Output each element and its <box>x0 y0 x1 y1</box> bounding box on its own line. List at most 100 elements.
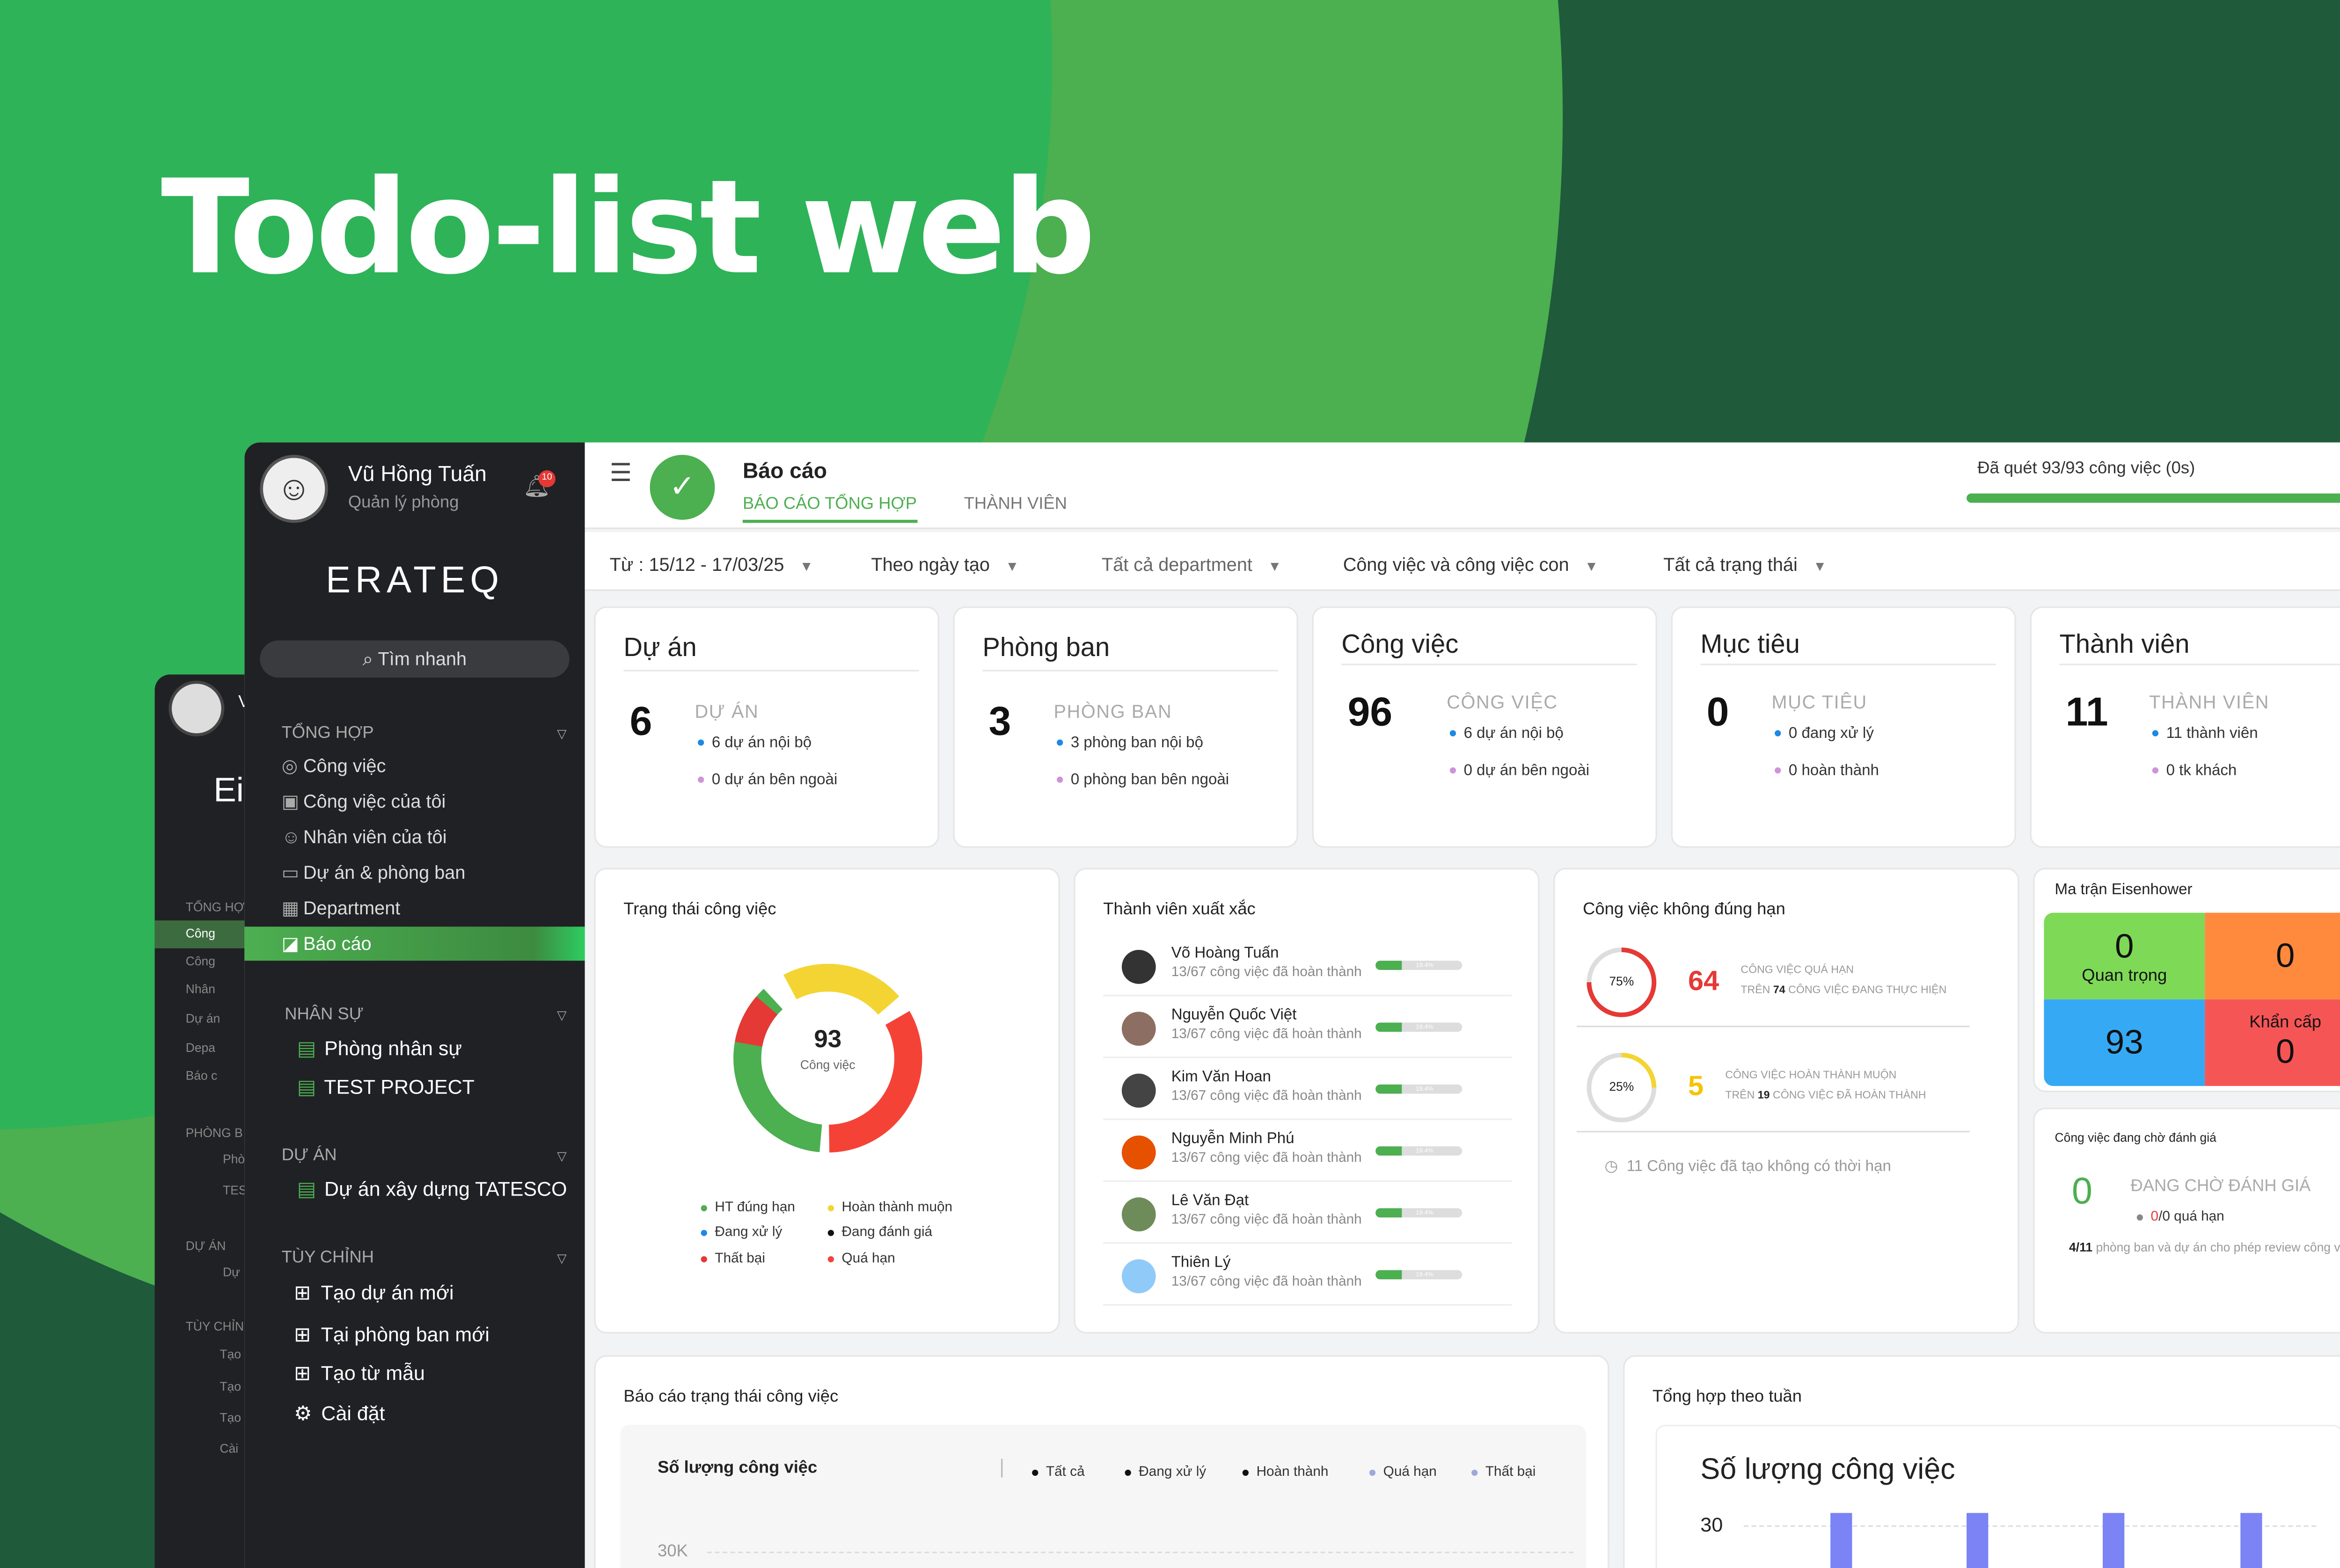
card-title: Ma trận Eisenhower <box>2055 882 2193 899</box>
sidebar-item-test-project[interactable]: ▤ TEST PROJECT <box>297 1075 475 1100</box>
quick-search-button[interactable]: ⌕ Tìm nhanh <box>260 640 570 678</box>
sidebar-item-label: Tại phòng ban mới <box>321 1322 490 1346</box>
sidebar-item-tasks[interactable]: ◎ Công việc <box>282 755 386 776</box>
sidebar-item-label: Department <box>303 897 401 919</box>
chevron-down-icon[interactable]: ▽ <box>557 727 566 741</box>
sidebar-item-department[interactable]: ▦ Department <box>282 897 401 919</box>
settings-button[interactable]: ⚙ Cài đặt <box>294 1401 385 1426</box>
create-from-template-button[interactable]: ⊞ Tạo từ mẫu <box>294 1361 425 1386</box>
chart-icon: ◪ <box>281 933 300 955</box>
user-name: Vũ Hồng Tuấn <box>348 461 487 486</box>
stat-card-goals[interactable]: Mục tiêu 0 MỤC TIÊU 0 đang xử lý 0 hoàn … <box>1671 606 2016 848</box>
sidebar-item-label: Dự án & phòng ban <box>303 861 466 883</box>
list-item[interactable]: Võ Hoàng Tuấn 13/67 công việc đã hoàn thà… <box>1103 938 1512 997</box>
create-department-button[interactable]: ⊞ Tại phòng ban mới <box>294 1323 490 1348</box>
gear-icon: ⚙ <box>294 1401 312 1425</box>
list-item[interactable]: Nguyễn Minh Phú 13/67 công việc đã hoàn t… <box>1103 1123 1512 1182</box>
avatar <box>1121 1259 1156 1293</box>
stat-sub: 0 đang xử lý <box>1775 726 1874 743</box>
list-item[interactable]: Nguyễn Quốc Việt 13/67 công việc đã hoàn … <box>1103 999 1512 1058</box>
clipboard-check-icon: ✓ <box>650 454 715 520</box>
chart-panel: Số lượng công việc Tất cả Đang xử lý Hoà… <box>620 1424 1586 1568</box>
quick-search-label: Tìm nhanh <box>378 648 467 670</box>
quadrant-important[interactable]: 0 Quan trọng <box>2044 912 2205 999</box>
chevron-down-icon: ▼ <box>1584 558 1599 574</box>
tab-summary-report[interactable]: BÁO CÁO TỔNG HỢP <box>742 495 917 523</box>
stat-card-projects[interactable]: Dự án 6 DỰ ÁN 6 dự án nội bộ 0 dự án bên… <box>594 606 939 848</box>
stat-card-members[interactable]: Thành viên 11 THÀNH VIÊN 11 thành viên 0… <box>2030 606 2340 848</box>
back-label: Tạo <box>219 1411 241 1425</box>
sidebar-item-reports[interactable]: ◪ Báo cáo <box>282 933 372 955</box>
status-filter[interactable]: Tất cả trạng thái ▼ <box>1663 554 1827 576</box>
search-icon: ⌕ <box>362 648 378 670</box>
quadrant-neither[interactable]: 93 <box>2044 999 2205 1086</box>
top-members-card: Thành viên xuất xắc Võ Hoàng Tuấn 13/67 c… <box>1074 868 1540 1334</box>
canvas: Todo-list web Vi Ei TỔNG HỢ Công Công Nh… <box>0 0 2340 1568</box>
donut-total: 93 <box>814 1027 842 1054</box>
sidebar-item-label: Công việc của tôi <box>303 790 446 812</box>
overdue-count: 64 <box>1688 965 1719 997</box>
scan-status: Đã quét 93/93 công việc (0s) <box>1977 459 2195 478</box>
sidebar-item-my-staff[interactable]: ☺ Nhân viên của tôi <box>282 826 447 847</box>
late-pct: 25% <box>1609 1079 1634 1094</box>
no-deadline-note: ◷ 11 Công việc đã tạo không có thời hạn <box>1604 1159 1891 1176</box>
stat-title: Dự án <box>623 633 697 663</box>
sidebar-item-label: Báo cáo <box>303 933 372 955</box>
date-type-filter[interactable]: Theo ngày tạo ▼ <box>871 554 1019 576</box>
legend-item: Thất bại <box>1471 1464 1536 1479</box>
stat-value: 0 <box>1706 688 1729 735</box>
back-label: TÙY CHỈN <box>185 1320 244 1334</box>
list-item[interactable]: Thiên Lý 13/67 công việc đã hoàn thành 19.… <box>1103 1247 1512 1306</box>
filter-bar: Từ : 15/12 - 17/03/25 ▼ Theo ngày tạo ▼ Tấ… <box>585 532 2340 591</box>
sidebar-item-label: Tạo từ mẫu <box>321 1361 425 1385</box>
card-title: Báo cáo trạng thái công việc <box>623 1387 839 1407</box>
scan-progress-bar <box>1967 493 2340 503</box>
back-label: Công <box>185 954 215 969</box>
quadrant-other[interactable]: 0 <box>2205 912 2340 999</box>
stat-sub: 0 hoàn thành <box>1775 763 1879 780</box>
tab-members[interactable]: THÀNH VIÊN <box>964 495 1067 514</box>
y-tick: 30 <box>1700 1513 1723 1536</box>
chevron-down-icon[interactable]: ▽ <box>557 1252 566 1266</box>
users-icon: ☺ <box>281 826 301 848</box>
task-icon: ◎ <box>281 755 298 777</box>
filter-label: Công việc và công việc con <box>1343 554 1569 576</box>
task-scope-filter[interactable]: Công việc và công việc con ▼ <box>1343 554 1599 576</box>
chevron-down-icon[interactable]: ▽ <box>557 1009 566 1023</box>
create-project-button[interactable]: ⊞ Tạo dự án mới <box>294 1281 453 1305</box>
date-range-filter[interactable]: Từ : 15/12 - 17/03/25 ▼ <box>610 554 813 576</box>
back-label: Depa <box>185 1041 215 1055</box>
sidebar-item-label: Nhân viên của tôi <box>303 826 447 848</box>
legend-item: Thất bại <box>701 1250 765 1265</box>
plus-icon: ⊞ <box>294 1322 311 1346</box>
sidebar-item-my-tasks[interactable]: ▣ Công việc của tôi <box>282 790 446 812</box>
clock-icon: ◷ <box>1604 1159 1618 1176</box>
back-label: Dự <box>223 1265 240 1280</box>
list-item[interactable]: Lê Văn Đạt 13/67 công việc đã hoàn thành 1… <box>1103 1185 1512 1244</box>
review-card: Công việc đang chờ đánh giá 0 ĐANG CHỜ Đ… <box>2033 1108 2340 1334</box>
legend-item: Tất cả <box>1032 1464 1085 1479</box>
filter-label: Từ : 15/12 - 17/03/25 <box>609 554 784 576</box>
late-row[interactable]: 25% 5 CÔNG VIỆC HOÀN THÀNH MUỘN TRÊN 19 … <box>1576 1043 1970 1133</box>
chevron-down-icon[interactable]: ▽ <box>557 1149 566 1163</box>
list-item[interactable]: Kim Văn Hoan 13/67 công việc đã hoàn thàn… <box>1103 1061 1512 1120</box>
legend-item: Đang đánh giá <box>827 1224 932 1239</box>
filter-label: Tất cả trạng thái <box>1663 554 1798 576</box>
stat-card-departments[interactable]: Phòng ban 3 PHÒNG BAN 3 phòng ban nội bộ… <box>953 606 1298 848</box>
sidebar-item-projects[interactable]: ▭ Dự án & phòng ban <box>282 862 466 883</box>
sidebar-item-tatesco[interactable]: ▤ Dự án xây dựng TATESCO <box>297 1177 567 1202</box>
department-filter[interactable]: Tất cả department ▼ <box>1102 554 1282 576</box>
stat-sub: 0 phòng ban bên ngoài <box>1057 772 1229 789</box>
sidebar-item-hr[interactable]: ▤ Phòng nhân sự <box>297 1036 462 1061</box>
review-count: 0 <box>2071 1171 2093 1213</box>
user-avatar[interactable]: ☺ <box>260 454 328 523</box>
overdue-row[interactable]: 75% 64 CÔNG VIỆC QUÁ HẠN TRÊN 74 CÔNG VI… <box>1576 938 1970 1028</box>
card-title: Trạng thái công việc <box>623 900 776 919</box>
stat-card-tasks[interactable]: Công việc 96 CÔNG VIỆC 6 dự án nội bộ 0 … <box>1312 606 1657 848</box>
menu-icon[interactable]: ☰ <box>610 458 632 489</box>
stat-sub: 0 dự án bên ngoài <box>1449 763 1589 780</box>
quadrant-urgent[interactable]: Khẩn cấp 0 <box>2205 999 2340 1086</box>
back-label: Tạo <box>219 1380 241 1394</box>
bar <box>2103 1513 2125 1568</box>
back-label: Công <box>185 926 215 941</box>
